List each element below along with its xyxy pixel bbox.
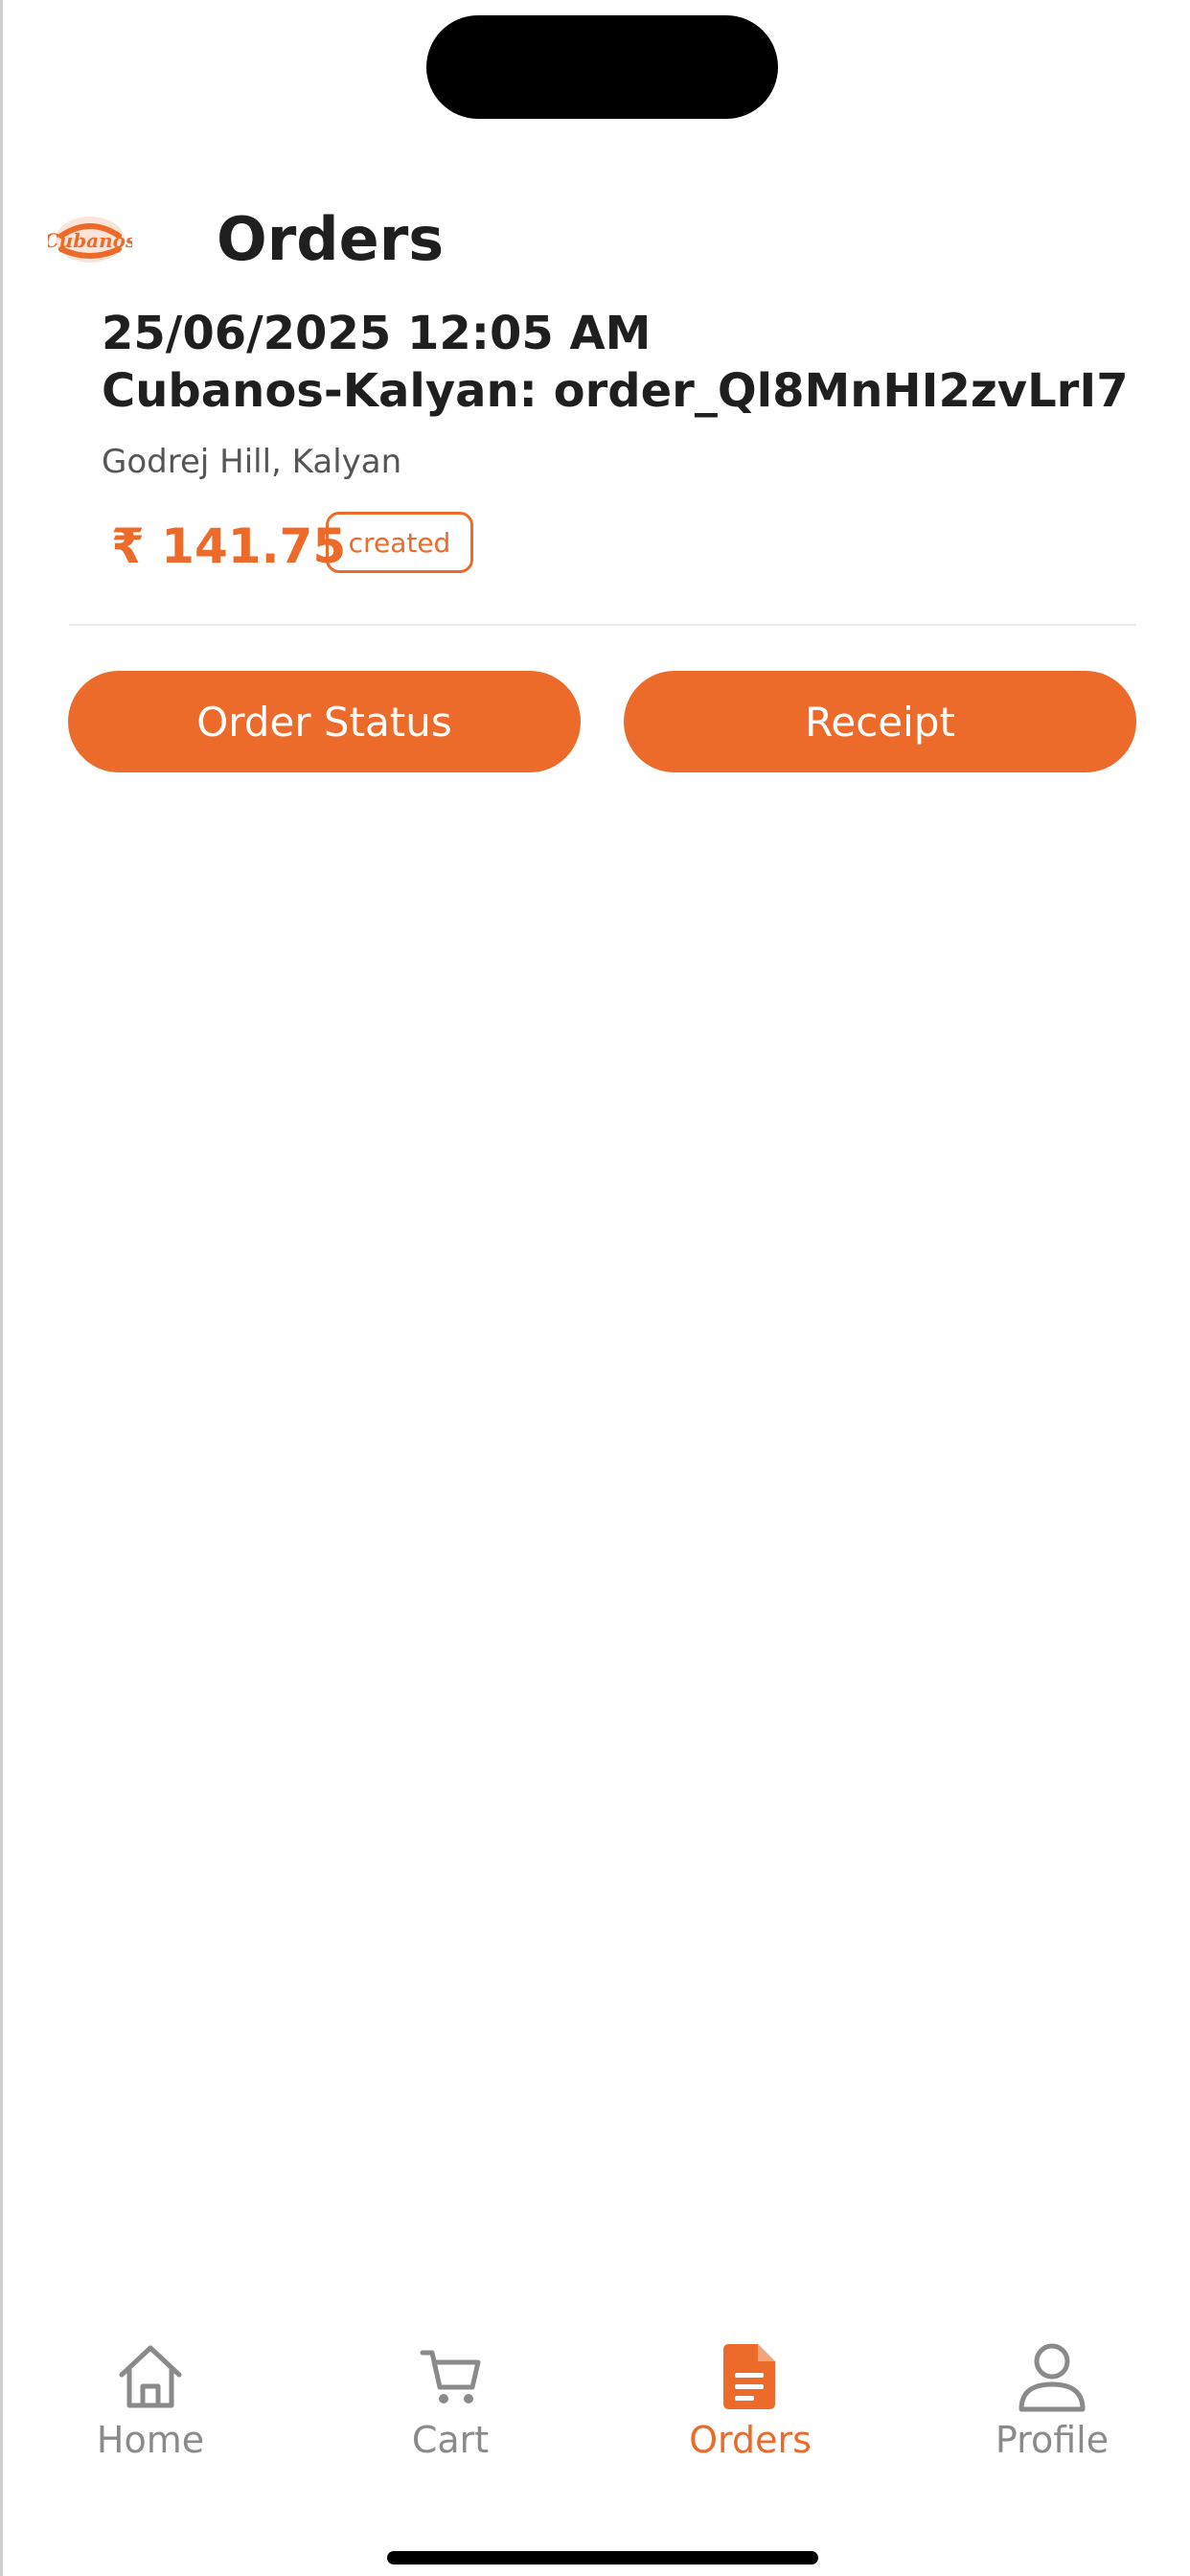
tab-label: Home — [96, 2419, 205, 2461]
bottom-tab-bar: Home Cart Orders Profile — [0, 2338, 1190, 2492]
tab-orders[interactable]: Orders — [626, 2338, 875, 2492]
price-row: ₹ 141.75 created — [111, 512, 473, 581]
screen-edge — [0, 0, 3, 2576]
divider — [69, 624, 1136, 626]
tab-profile[interactable]: Profile — [927, 2338, 1177, 2492]
order-card[interactable]: 25/06/2025 12:05 AM Cubanos-Kalyan: orde… — [102, 305, 1136, 483]
tab-label: Orders — [689, 2419, 812, 2461]
dynamic-island — [426, 15, 778, 119]
tab-label: Profile — [995, 2419, 1110, 2461]
page-title: Orders — [217, 204, 445, 274]
status-badge: created — [326, 512, 473, 573]
order-price: ₹ 141.75 — [111, 518, 347, 574]
tab-cart[interactable]: Cart — [326, 2338, 575, 2492]
home-indicator — [387, 2551, 818, 2564]
header: Cubanos Orders — [48, 201, 444, 278]
order-location: Godrej Hill, Kalyan — [102, 443, 402, 481]
orders-icon — [712, 2338, 789, 2415]
profile-icon — [1014, 2338, 1090, 2415]
svg-text:Cubanos: Cubanos — [48, 229, 132, 252]
order-datetime: 25/06/2025 12:05 AM — [102, 307, 652, 360]
cart-icon — [412, 2338, 489, 2415]
tab-home[interactable]: Home — [26, 2338, 275, 2492]
tab-label: Cart — [411, 2419, 490, 2461]
receipt-button[interactable]: Receipt — [624, 671, 1136, 772]
home-icon — [112, 2338, 189, 2415]
order-name: Cubanos-Kalyan: order_Ql8MnHI2zvLrI7 — [102, 364, 1129, 418]
order-status-button[interactable]: Order Status — [68, 671, 581, 772]
cubanos-logo: Cubanos — [48, 201, 132, 278]
